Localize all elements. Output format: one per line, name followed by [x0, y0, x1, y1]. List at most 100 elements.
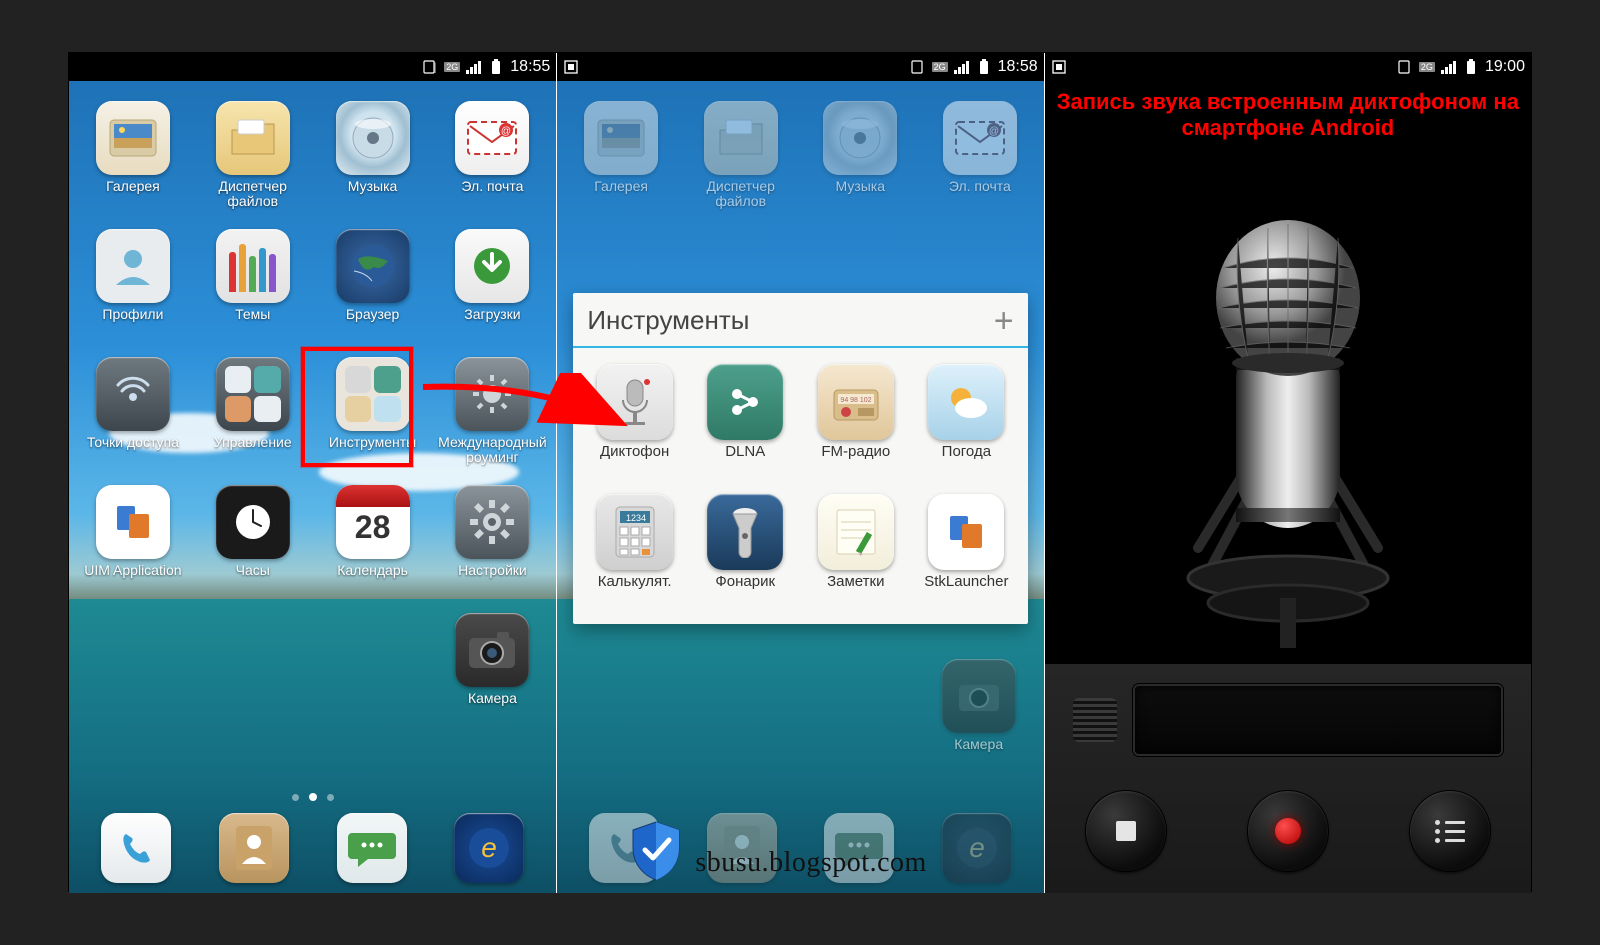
- app-hotspot[interactable]: Точки доступа: [73, 351, 193, 479]
- control-row: [1045, 791, 1531, 871]
- folder-grid: Диктофон DLNA 94 98 102FM-радио Погода 1234К…: [573, 348, 1027, 624]
- clock-icon: [216, 485, 290, 559]
- clock-text: 18:55: [510, 58, 550, 76]
- app-music: Музыка: [800, 95, 920, 223]
- record-button[interactable]: [1248, 791, 1328, 871]
- manage-icon: [216, 357, 290, 431]
- app-label: Галерея: [594, 179, 648, 194]
- app-label: Управление: [214, 435, 292, 450]
- net-badge: 2G: [1419, 62, 1435, 72]
- app-clock[interactable]: Часы: [193, 479, 313, 607]
- dock: e: [69, 803, 556, 893]
- mail-icon: @: [455, 101, 529, 175]
- app-label: Настройки: [458, 563, 527, 578]
- app-mail: @ Эл. почта: [920, 95, 1040, 223]
- app-uim[interactable]: UIM Application: [73, 479, 193, 607]
- app-files[interactable]: Диспетчер файлов: [193, 95, 313, 223]
- folder-popup: Инструменты + Диктофон DLNA 94 98 102FM-ра…: [573, 293, 1027, 624]
- globe-icon: [336, 229, 410, 303]
- app-manage[interactable]: Управление: [193, 351, 313, 479]
- empty-cell: [73, 607, 193, 735]
- svg-text:@: @: [989, 126, 999, 137]
- speaker-grille: [1073, 698, 1117, 742]
- app-roaming[interactable]: Международный роуминг: [432, 351, 552, 479]
- dock-contacts[interactable]: [219, 813, 289, 883]
- app-files: Диспетчер файлов: [681, 95, 801, 223]
- dock-browser-e[interactable]: e: [454, 813, 524, 883]
- folder-title[interactable]: Инструменты: [587, 305, 749, 336]
- panel-folder: 2G 18:58 Галерея Диспетчер файловМузыка @ Э…: [556, 53, 1043, 893]
- app-gallery[interactable]: Галерея: [73, 95, 193, 223]
- app-recorder[interactable]: Диктофон: [579, 358, 690, 488]
- app-label: Калькулят.: [598, 574, 672, 589]
- app-notes[interactable]: Заметки: [800, 488, 911, 618]
- app-browser[interactable]: Браузер: [313, 223, 433, 351]
- app-calendar[interactable]: 28Календарь: [313, 479, 433, 607]
- svg-text:94 98 102: 94 98 102: [840, 397, 871, 404]
- app-camera[interactable]: Камера: [432, 607, 552, 735]
- app-label: StkLauncher: [924, 574, 1008, 589]
- app-camera-dimmed: Камера: [924, 653, 1034, 752]
- notes-icon: [818, 494, 894, 570]
- panel-home: 2G 18:55 ГалереяДиспетчер файловМузыка@Э…: [69, 53, 556, 893]
- recordings-list-button[interactable]: [1410, 791, 1490, 871]
- app-label: Погода: [942, 444, 991, 459]
- camera-icon: [942, 659, 1016, 733]
- gallery-icon: [584, 101, 658, 175]
- app-label: DLNA: [725, 444, 765, 459]
- profile-icon: [96, 229, 170, 303]
- app-label: Музыка: [348, 179, 398, 194]
- dock-messages[interactable]: [337, 813, 407, 883]
- record-icon: [1275, 818, 1301, 844]
- dock-browser-e[interactable]: e: [942, 813, 1012, 883]
- app-label: Эл. почта: [949, 179, 1011, 194]
- sim-icon: [422, 59, 438, 75]
- app-dlna[interactable]: DLNA: [690, 358, 801, 488]
- battery-icon: [1463, 59, 1479, 75]
- dock-phone[interactable]: [101, 813, 171, 883]
- weather-icon: [928, 364, 1004, 440]
- app-label: Камера: [468, 691, 517, 706]
- signal-icon: [466, 59, 482, 75]
- app-label: Точки доступа: [87, 435, 179, 450]
- stk-icon: [928, 494, 1004, 570]
- folder-icon: [216, 101, 290, 175]
- clock-text: 18:58: [998, 58, 1038, 76]
- app-fmradio[interactable]: 94 98 102FM-радио: [800, 358, 911, 488]
- app-downloads[interactable]: Загрузки: [432, 223, 552, 351]
- app-running-icon: [563, 59, 579, 75]
- composite-screenshot: 2G 18:55 ГалереяДиспетчер файловМузыка@Э…: [68, 52, 1532, 892]
- app-label: Диспетчер файлов: [686, 179, 796, 209]
- app-calc[interactable]: 1234Калькулят.: [579, 488, 690, 618]
- app-label: Часы: [236, 563, 270, 578]
- empty-cell: [313, 607, 433, 735]
- panel-recorder: 2G 19:00 Запись звука встроенным диктофо…: [1044, 53, 1531, 893]
- stop-icon: [1116, 821, 1136, 841]
- app-stk[interactable]: StkLauncher: [911, 488, 1022, 618]
- app-gallery: Галерея: [561, 95, 681, 223]
- roaming-icon: [455, 357, 529, 431]
- battery-icon: [976, 59, 992, 75]
- app-torch[interactable]: Фонарик: [690, 488, 801, 618]
- app-label: Профили: [102, 307, 163, 322]
- list-icon: [1435, 820, 1465, 843]
- app-profiles[interactable]: Профили: [73, 223, 193, 351]
- app-settings[interactable]: Настройки: [432, 479, 552, 607]
- gear-icon: [455, 485, 529, 559]
- overlay-title: Запись звука встроенным диктофоном на см…: [1045, 89, 1531, 141]
- messages-icon: [337, 813, 407, 883]
- app-music[interactable]: Музыка: [313, 95, 433, 223]
- microphone-image: [1045, 183, 1531, 673]
- sim-icon: [910, 59, 926, 75]
- stop-button[interactable]: [1086, 791, 1166, 871]
- app-mail[interactable]: @Эл. почта: [432, 95, 552, 223]
- app-label: Галерея: [106, 179, 160, 194]
- add-button[interactable]: +: [994, 311, 1014, 331]
- app-themes[interactable]: Темы: [193, 223, 313, 351]
- highlight-tools-folder: [301, 347, 413, 467]
- app-weather[interactable]: Погода: [911, 358, 1022, 488]
- download-icon: [455, 229, 529, 303]
- net-badge: 2G: [932, 62, 948, 72]
- app-grid-dimmed: Галерея Диспетчер файловМузыка @ Эл. почта: [557, 91, 1043, 227]
- page-indicator: [69, 793, 556, 801]
